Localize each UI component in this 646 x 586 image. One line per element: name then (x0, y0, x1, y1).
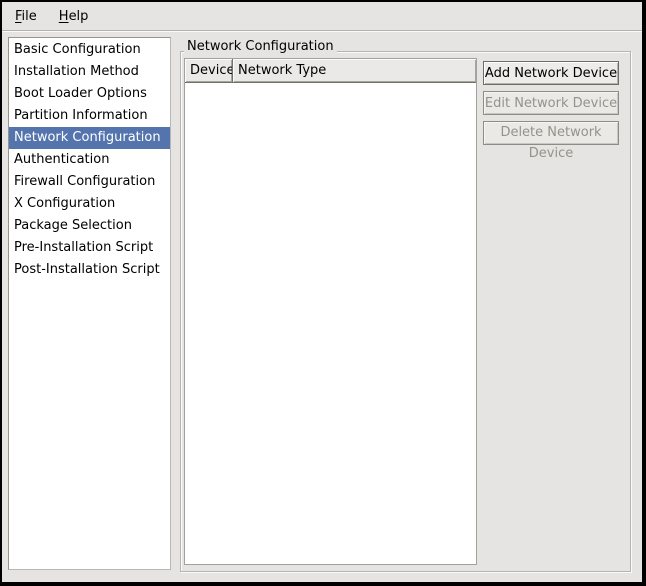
table-body-empty[interactable] (185, 83, 476, 564)
frame-title: Network Configuration (184, 39, 337, 55)
sidebar-item-post-installation-script[interactable]: Post-Installation Script (9, 259, 170, 281)
sidebar-item-boot-loader-options[interactable]: Boot Loader Options (9, 83, 170, 105)
menu-item-label: elp (69, 9, 89, 24)
sidebar-item-installation-method[interactable]: Installation Method (9, 61, 170, 83)
menu-item-label: ile (22, 9, 37, 24)
network-device-table: Device Network Type (184, 58, 477, 565)
add-network-device-button[interactable]: Add Network Device (483, 61, 619, 85)
edit-network-device-button[interactable]: Edit Network Device (483, 91, 619, 115)
delete-network-device-button[interactable]: Delete Network Device (483, 121, 619, 145)
column-header-network-type[interactable]: Network Type (233, 59, 476, 83)
sidebar-item-package-selection[interactable]: Package Selection (9, 215, 170, 237)
kickstart-configurator-window: File Help Basic Configuration Installati… (2, 2, 642, 582)
column-header-device[interactable]: Device (185, 59, 233, 83)
sidebar-item-pre-installation-script[interactable]: Pre-Installation Script (9, 237, 170, 259)
sidebar-section-list[interactable]: Basic Configuration Installation Method … (8, 37, 171, 570)
menu-file[interactable]: File (6, 6, 46, 27)
sidebar-item-basic-configuration[interactable]: Basic Configuration (9, 39, 170, 61)
menu-item-mnemonic: H (59, 9, 69, 24)
sidebar-item-network-configuration[interactable]: Network Configuration (9, 127, 170, 149)
sidebar-item-x-configuration[interactable]: X Configuration (9, 193, 170, 215)
sidebar-item-partition-information[interactable]: Partition Information (9, 105, 170, 127)
sidebar-item-firewall-configuration[interactable]: Firewall Configuration (9, 171, 170, 193)
menubar: File Help (2, 2, 642, 31)
menu-help[interactable]: Help (50, 6, 98, 27)
device-action-buttons: Add Network Device Edit Network Device D… (483, 61, 619, 145)
sidebar-item-authentication[interactable]: Authentication (9, 149, 170, 171)
table-header-row: Device Network Type (185, 59, 476, 83)
